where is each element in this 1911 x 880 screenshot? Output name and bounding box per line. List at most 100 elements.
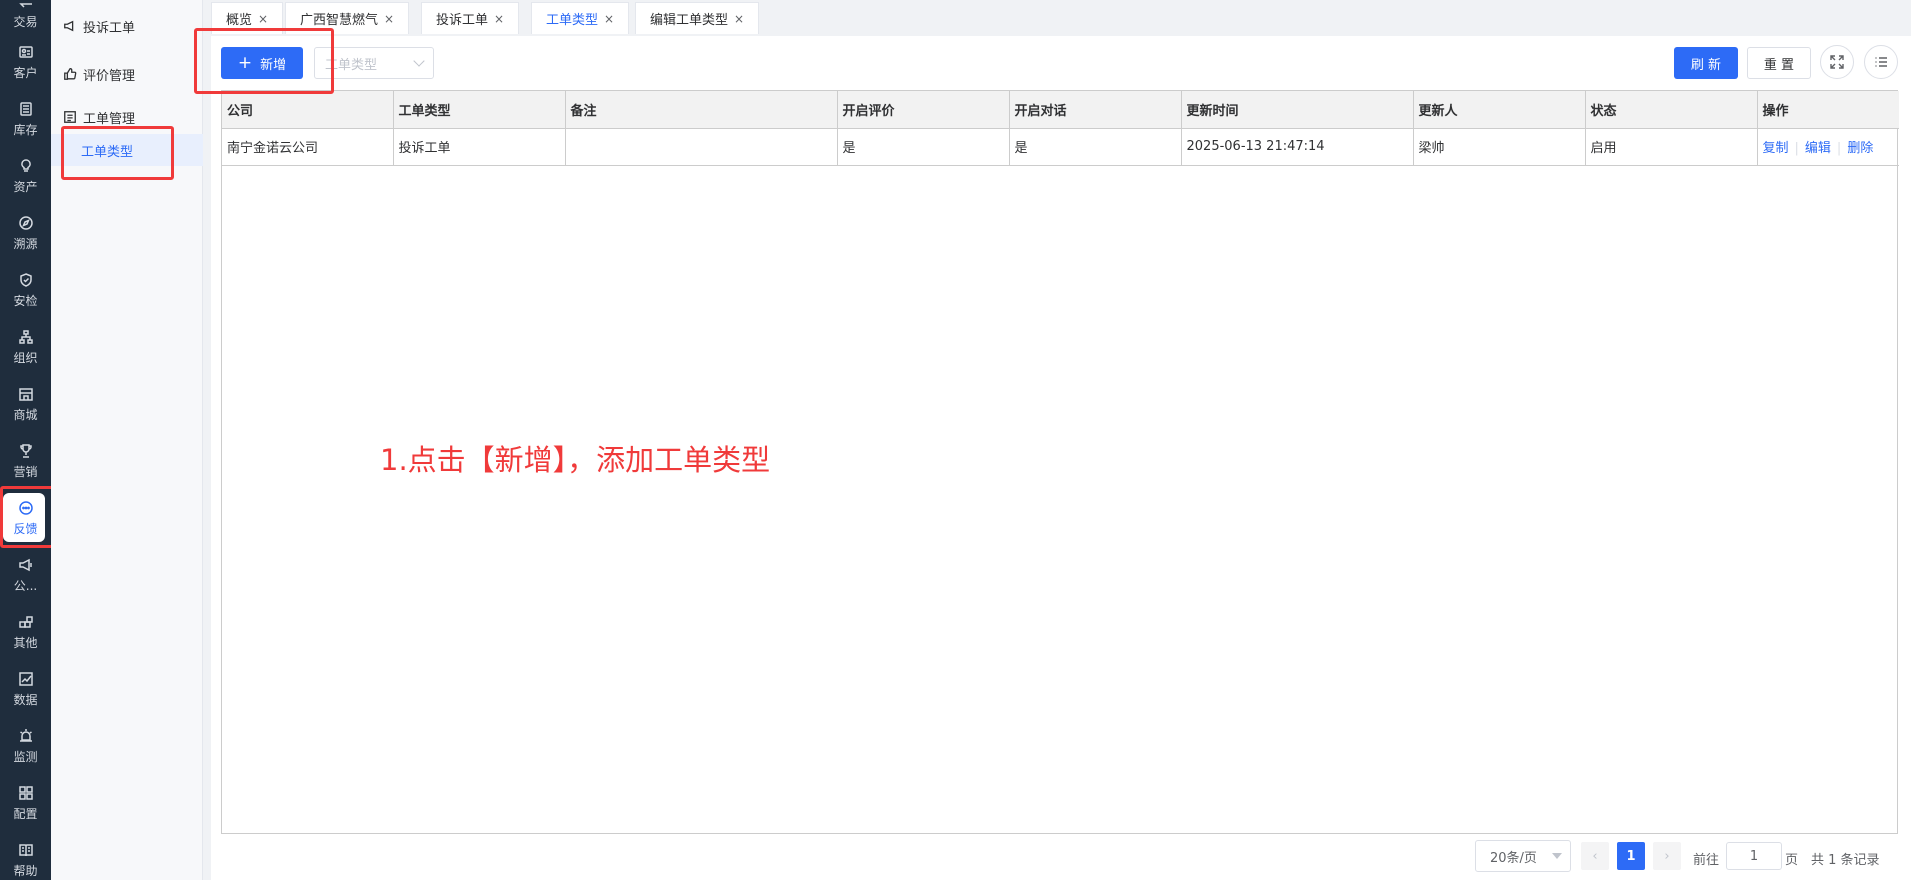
- page-size-select[interactable]: 20条/页: [1475, 840, 1571, 872]
- rail-item-data[interactable]: 数据: [0, 660, 51, 717]
- cell-enable-rating: 是: [836, 127, 1010, 166]
- rail-item-help[interactable]: 帮助: [0, 831, 51, 880]
- thumbs-up-icon: [63, 67, 77, 81]
- chevron-left-icon: ‹: [1592, 848, 1598, 864]
- tab-label: 工单类型: [546, 13, 599, 28]
- cell-enable-dialog: 是: [1008, 127, 1182, 166]
- list-icon: [1875, 57, 1887, 67]
- close-icon[interactable]: ×: [258, 12, 268, 26]
- annotation-text: 1.点击【新增】，添加工单类型: [380, 443, 771, 477]
- column-header: 公司: [222, 91, 394, 129]
- rail-label: 数据: [13, 692, 38, 707]
- inventory-icon: [17, 100, 35, 118]
- submenu-item-complaints[interactable]: 投诉工单: [51, 10, 203, 42]
- grid-icon: [17, 784, 35, 802]
- tab-complaints[interactable]: 投诉工单 ×: [421, 2, 520, 34]
- rail-item-inspection[interactable]: 安检: [0, 261, 51, 318]
- rail-label: 商城: [13, 407, 38, 422]
- submenu-item-ticket-mgmt[interactable]: 工单管理: [51, 101, 203, 133]
- rail-label: 公...: [13, 578, 38, 593]
- table-header-row: 公司 工单类型 备注 开启评价 开启对话 更新时间 更新人 状态 操作: [222, 91, 1899, 129]
- cell-remark: [564, 127, 838, 166]
- rail-label: 组织: [13, 350, 38, 365]
- close-icon[interactable]: ×: [604, 12, 614, 26]
- rail-label: 监测: [13, 749, 38, 764]
- megaphone-icon: [63, 19, 77, 33]
- compass-icon: [17, 214, 35, 232]
- sub-menu: 投诉工单 评价管理 工单管理 工单类型: [51, 0, 203, 880]
- cell-status: 启用: [1584, 127, 1758, 166]
- goto-prefix: 前往: [1693, 853, 1720, 868]
- rail-item-announce[interactable]: 公...: [0, 546, 51, 603]
- separator: |: [1836, 141, 1842, 156]
- edit-link[interactable]: 编辑: [1805, 141, 1831, 156]
- submenu-item-ticket-type[interactable]: 工单类型: [51, 134, 203, 166]
- copy-link[interactable]: 复制: [1763, 141, 1789, 156]
- rail-label: 帮助: [13, 863, 38, 878]
- prev-page-button[interactable]: ‹: [1581, 842, 1609, 870]
- cell-updated-by: 梁帅: [1412, 127, 1586, 166]
- reset-label: 重 置: [1763, 57, 1795, 73]
- fullscreen-button[interactable]: [1820, 45, 1854, 79]
- fullscreen-icon: [1830, 55, 1844, 69]
- column-settings-button[interactable]: [1864, 45, 1898, 79]
- rail-label: 配置: [13, 806, 38, 821]
- rail-item-trace[interactable]: 溯源: [0, 204, 51, 261]
- close-icon[interactable]: ×: [734, 12, 744, 26]
- goto-suffix: 页: [1785, 853, 1799, 868]
- rail-label: 其他: [13, 635, 38, 650]
- delete-link[interactable]: 删除: [1847, 141, 1873, 156]
- rail-item-mall[interactable]: 商城: [0, 375, 51, 432]
- rail-item-inventory[interactable]: 库存: [0, 90, 51, 147]
- rail-label: 营销: [13, 464, 38, 479]
- trophy-icon: [17, 442, 35, 460]
- list-box-icon: [63, 110, 77, 124]
- ticket-type-select[interactable]: 工单类型: [314, 47, 434, 79]
- rail-item-feedback[interactable]: 反馈: [0, 489, 51, 546]
- table-row: 南宁金诺云公司 投诉工单 是 是 2025-06-13 21:47:14 梁帅 …: [222, 127, 1899, 166]
- rail-item-customer[interactable]: 客户: [0, 33, 51, 90]
- tab-overview[interactable]: 概览 ×: [211, 2, 284, 34]
- column-header: 更新人: [1412, 91, 1586, 129]
- rail-label: 库存: [13, 122, 38, 137]
- tab-edit-ticket-type[interactable]: 编辑工单类型 ×: [635, 2, 760, 34]
- separator: |: [1794, 141, 1799, 156]
- close-icon[interactable]: ×: [494, 12, 504, 26]
- main-nav-rail: 交易 客户 库存 资产 溯源 安检 组织 商城 营销 反馈 公... 其他 数据…: [0, 0, 51, 880]
- rail-item-assets[interactable]: 资产: [0, 147, 51, 204]
- submenu-label: 评价管理: [83, 68, 136, 84]
- goto-page-input[interactable]: [1726, 842, 1782, 870]
- refresh-button[interactable]: 刷 新: [1674, 47, 1738, 79]
- exchange-icon: [17, 0, 35, 10]
- next-page-button[interactable]: ›: [1653, 842, 1681, 870]
- tab-label: 投诉工单: [436, 13, 489, 28]
- submenu-label: 投诉工单: [83, 20, 136, 36]
- column-header: 开启对话: [1008, 91, 1182, 129]
- page-number-button[interactable]: 1: [1617, 842, 1645, 870]
- column-header: 工单类型: [392, 91, 566, 129]
- submenu-item-ratings[interactable]: 评价管理: [51, 58, 203, 90]
- rail-item-org[interactable]: 组织: [0, 318, 51, 375]
- tab-ticket-type[interactable]: 工单类型 ×: [531, 2, 630, 34]
- total-records: 共 1 条记录: [1811, 853, 1880, 868]
- rail-item-marketing[interactable]: 营销: [0, 432, 51, 489]
- close-icon[interactable]: ×: [384, 12, 394, 26]
- tab-guangxi[interactable]: 广西智慧燃气 ×: [285, 2, 410, 34]
- caret-down-icon: [1552, 853, 1562, 859]
- tab-label: 编辑工单类型: [650, 13, 729, 28]
- column-header: 状态: [1584, 91, 1758, 129]
- reset-button[interactable]: 重 置: [1747, 47, 1811, 79]
- column-header: 开启评价: [836, 91, 1010, 129]
- rail-item-monitor[interactable]: 监测: [0, 717, 51, 774]
- add-button[interactable]: + 新增: [221, 47, 303, 79]
- store-icon: [17, 385, 35, 403]
- rail-label: 交易: [13, 14, 38, 29]
- rail-item-config[interactable]: 配置: [0, 774, 51, 831]
- alarm-icon: [17, 727, 35, 745]
- add-button-label: 新增: [260, 57, 287, 73]
- submenu-label: 工单类型: [81, 144, 134, 160]
- submenu-label: 工单管理: [83, 111, 136, 127]
- book-icon: [17, 841, 35, 859]
- rail-item-other[interactable]: 其他: [0, 603, 51, 660]
- chevron-right-icon: ›: [1664, 848, 1670, 864]
